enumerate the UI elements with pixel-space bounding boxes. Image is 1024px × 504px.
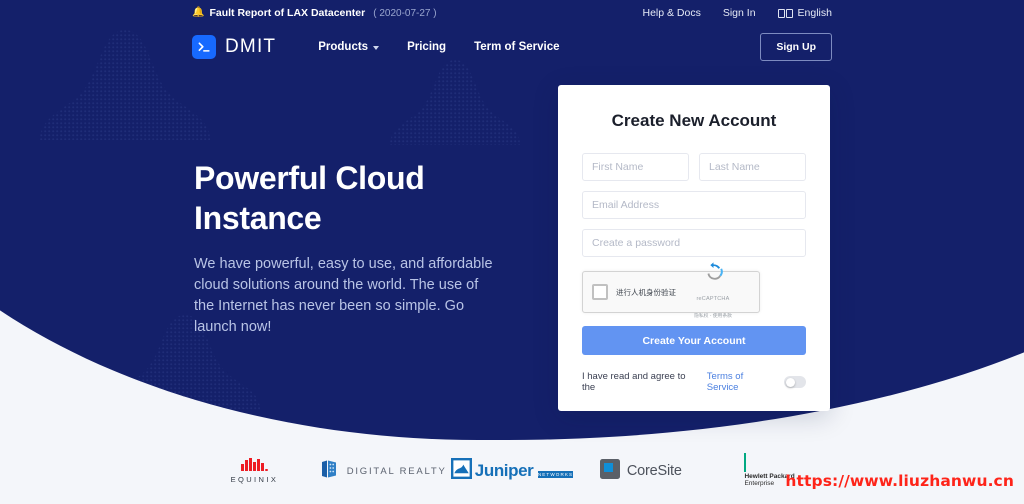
recaptcha-brand-name: reCAPTCHA bbox=[697, 296, 730, 302]
bell-icon: 🔔 bbox=[192, 8, 204, 18]
hero-title-line-2: Instance bbox=[194, 198, 494, 238]
terminal-prompt-icon bbox=[192, 35, 216, 59]
nav-links: Products Pricing Term of Service bbox=[318, 41, 559, 53]
digital-realty-label: DIGITAL REALTY bbox=[347, 466, 447, 477]
equinix-label: EQUINIX bbox=[231, 475, 279, 484]
hero-background bbox=[0, 0, 1024, 440]
juniper-row: Juniper NETWORKS bbox=[451, 458, 573, 484]
language-icon bbox=[778, 9, 793, 18]
language-selector[interactable]: English bbox=[778, 7, 832, 19]
hero-copy: Powerful Cloud Instance We have powerful… bbox=[194, 158, 494, 338]
juniper-wordmark: Juniper NETWORKS bbox=[475, 462, 573, 480]
hero-title-line-1: Powerful Cloud bbox=[194, 158, 494, 198]
sign-in-link[interactable]: Sign In bbox=[723, 7, 756, 19]
terms-agreement-text: I have read and agree to the bbox=[582, 371, 699, 393]
digital-realty-row: DIGITAL REALTY bbox=[320, 459, 447, 484]
password-input[interactable] bbox=[582, 229, 806, 257]
juniper-label: Juniper bbox=[475, 461, 534, 480]
brand-logo[interactable]: DMIT bbox=[192, 35, 276, 59]
nav-item-products[interactable]: Products bbox=[318, 41, 379, 53]
last-name-input[interactable] bbox=[699, 153, 806, 181]
juniper-icon bbox=[451, 458, 472, 484]
create-account-button[interactable]: Create Your Account bbox=[582, 326, 806, 355]
help-and-docs-link[interactable]: Help & Docs bbox=[642, 7, 700, 19]
recaptcha-icon bbox=[676, 262, 750, 286]
first-name-input[interactable] bbox=[582, 153, 689, 181]
nav-item-term-of-service[interactable]: Term of Service bbox=[474, 41, 559, 53]
fault-report-label: Fault Report of LAX Datacenter bbox=[209, 7, 365, 19]
language-label: English bbox=[798, 7, 832, 19]
main-navigation: DMIT Products Pricing Term of Service Si… bbox=[0, 28, 1024, 66]
signup-card-title: Create New Account bbox=[582, 111, 806, 131]
hero-subtitle: We have powerful, easy to use, and affor… bbox=[194, 254, 494, 338]
page-root: 🔔 Fault Report of LAX Datacenter ( 2020-… bbox=[0, 0, 1024, 504]
recaptcha-terms[interactable]: 隐私权 - 使用条款 bbox=[694, 314, 732, 319]
nav-item-pricing-label: Pricing bbox=[407, 41, 446, 53]
site-watermark: https://www.liuzhanwu.cn bbox=[785, 472, 1014, 490]
sign-up-button[interactable]: Sign Up bbox=[760, 33, 832, 61]
recaptcha-checkbox[interactable] bbox=[592, 284, 608, 300]
utility-bar-right: Help & Docs Sign In English bbox=[642, 7, 832, 19]
nav-item-tos-label: Term of Service bbox=[474, 41, 559, 53]
fault-report-date: ( 2020-07-27 ) bbox=[373, 8, 436, 19]
nav-item-pricing[interactable]: Pricing bbox=[407, 41, 446, 53]
hpe-icon bbox=[744, 453, 746, 472]
digital-realty-icon bbox=[320, 459, 340, 484]
coresite-icon bbox=[600, 459, 620, 484]
juniper-sub-label: NETWORKS bbox=[538, 471, 573, 478]
terms-agreement-toggle[interactable] bbox=[784, 376, 806, 388]
partner-logo-coresite[interactable]: CoreSite bbox=[576, 459, 705, 484]
name-row bbox=[582, 153, 806, 191]
hero-title: Powerful Cloud Instance bbox=[194, 158, 494, 238]
nav-item-products-label: Products bbox=[318, 41, 368, 53]
recaptcha-widget[interactable]: 进行人机身份验证 reCAPTCHA 隐私权 - 使用条款 bbox=[582, 271, 760, 313]
recaptcha-label: 进行人机身份验证 bbox=[616, 287, 676, 298]
equinix-icon bbox=[241, 458, 268, 471]
terms-agreement-row: I have read and agree to the Terms of Se… bbox=[582, 371, 806, 393]
utility-bar: 🔔 Fault Report of LAX Datacenter ( 2020-… bbox=[0, 0, 1024, 26]
partner-logo-digital-realty[interactable]: DIGITAL REALTY bbox=[319, 459, 448, 484]
chevron-down-icon bbox=[373, 46, 379, 50]
partner-logo-juniper[interactable]: Juniper NETWORKS bbox=[448, 458, 577, 484]
coresite-label: CoreSite bbox=[627, 463, 682, 479]
signup-card: Create New Account 进行人机身份验证 reCAPTCHA 隐私… bbox=[558, 85, 830, 411]
decorative-hill-mid bbox=[390, 60, 520, 145]
email-input[interactable] bbox=[582, 191, 806, 219]
fault-report-link[interactable]: 🔔 Fault Report of LAX Datacenter ( 2020-… bbox=[192, 7, 437, 19]
coresite-row: CoreSite bbox=[600, 459, 682, 484]
partner-logo-equinix[interactable]: EQUINIX bbox=[190, 458, 319, 484]
brand-name: DMIT bbox=[225, 36, 276, 58]
terms-of-service-link[interactable]: Terms of Service bbox=[707, 371, 776, 393]
recaptcha-branding: reCAPTCHA 隐私权 - 使用条款 bbox=[676, 262, 750, 322]
